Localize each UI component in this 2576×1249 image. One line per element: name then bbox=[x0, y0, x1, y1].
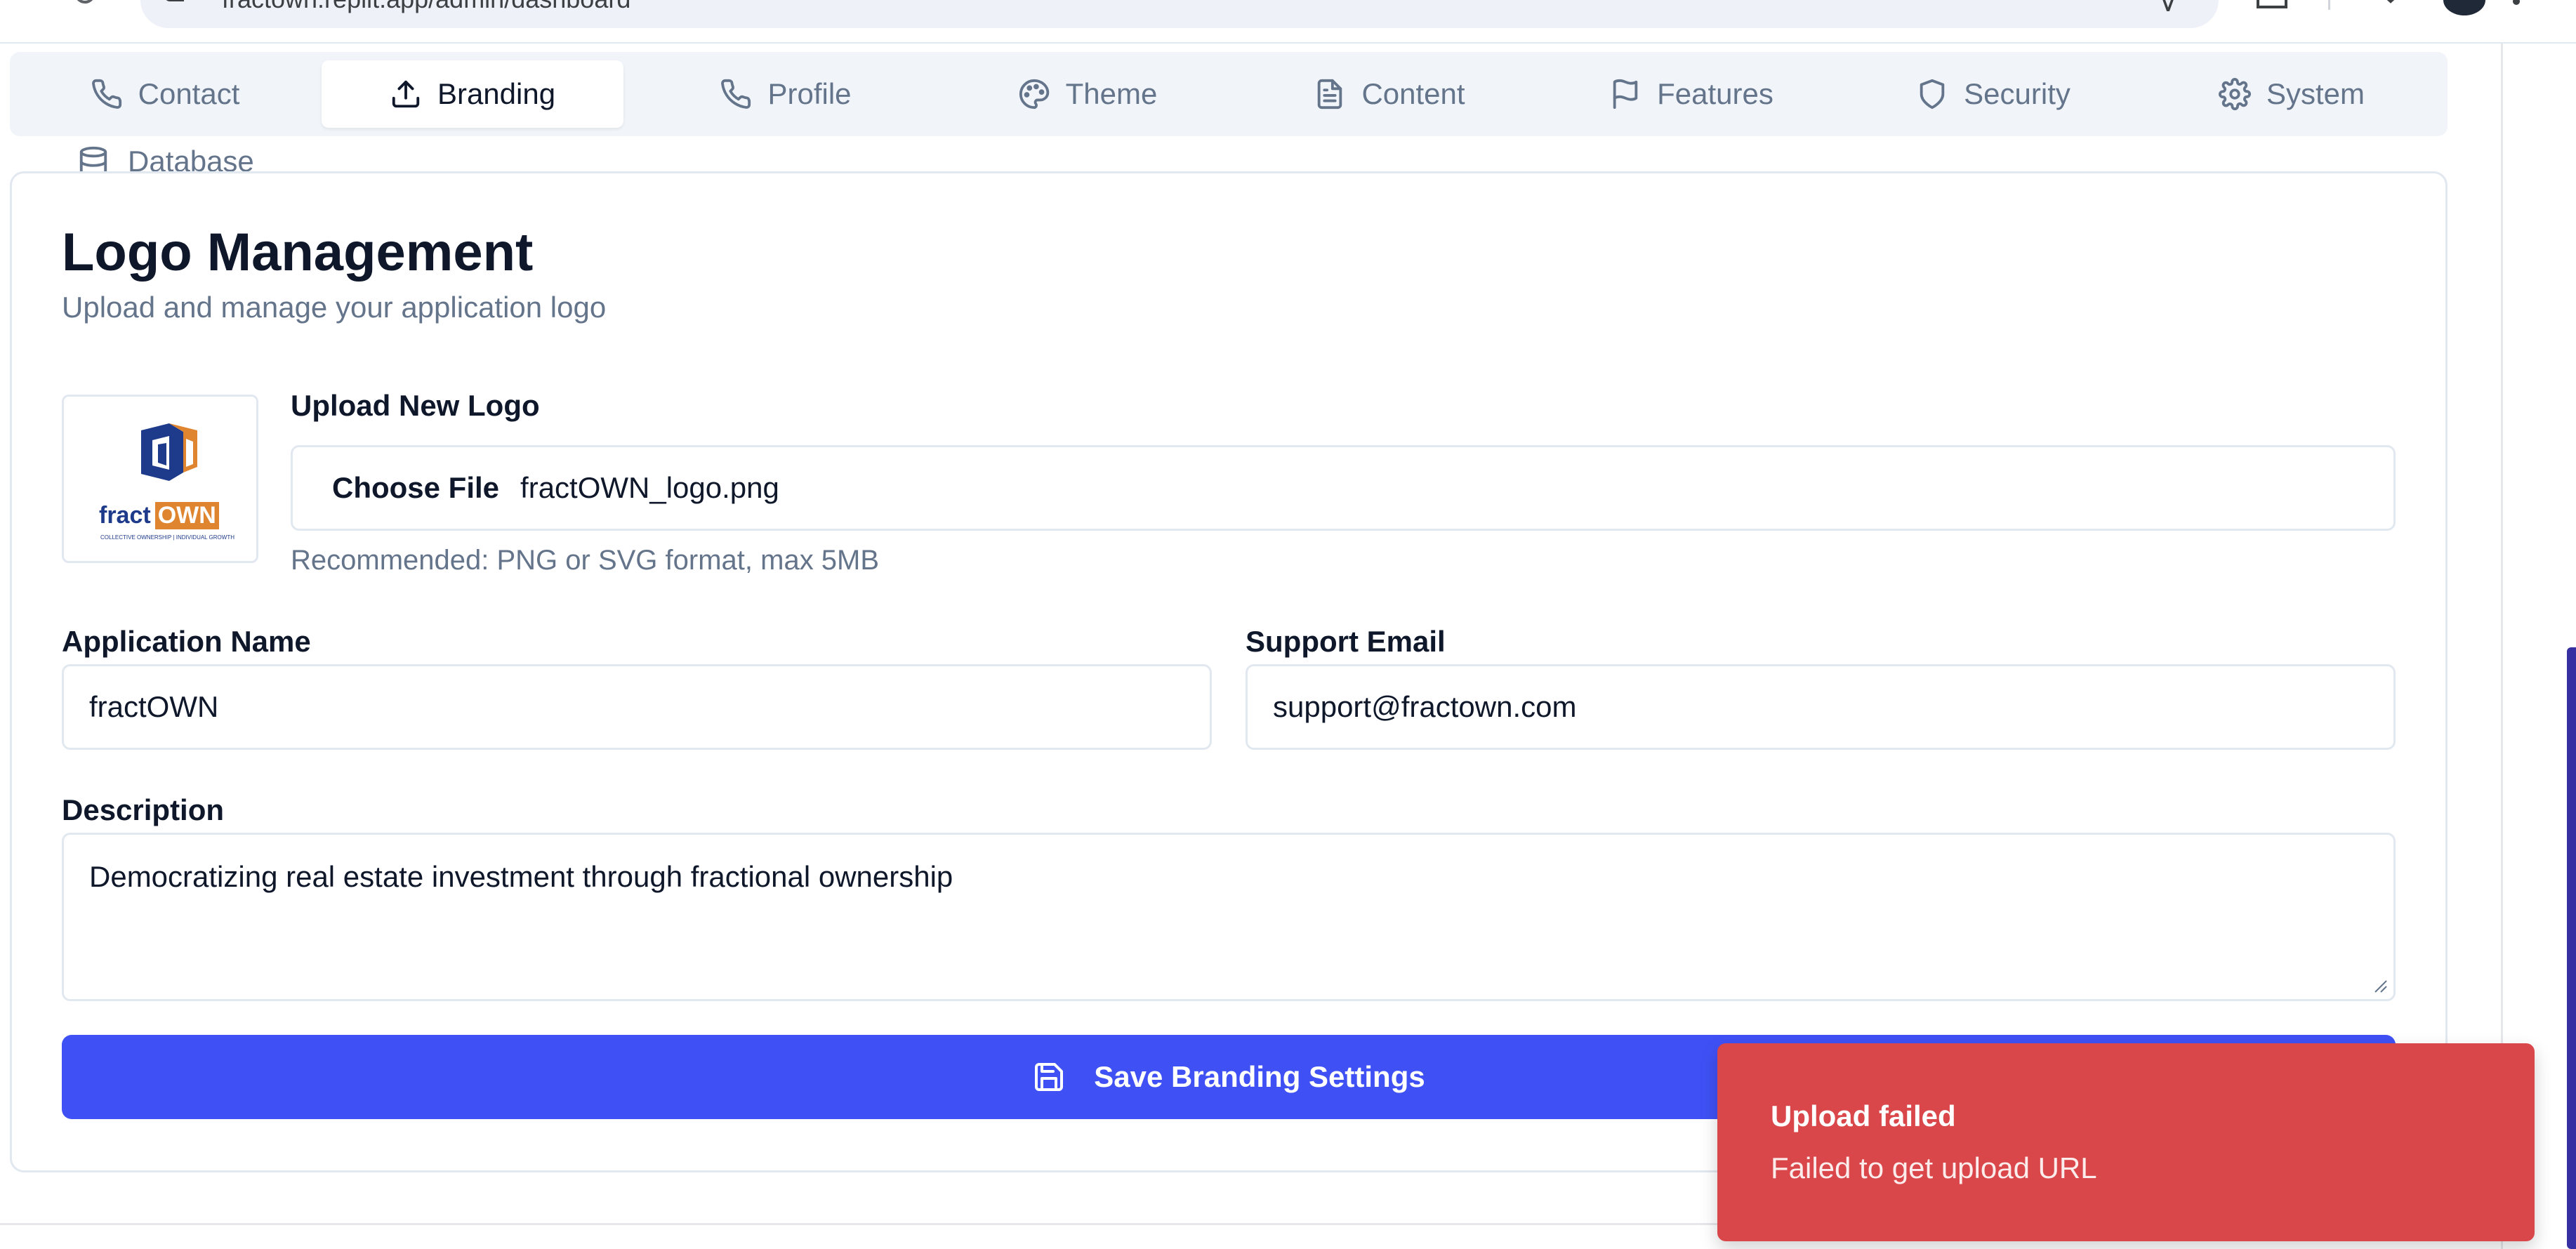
selected-file-name: fractOWN_logo.png bbox=[520, 471, 779, 504]
tab-label: Branding bbox=[437, 77, 556, 110]
page-title: Logo Management bbox=[62, 223, 534, 282]
tab-label: Contact bbox=[138, 77, 240, 110]
choose-file-button[interactable]: Choose File bbox=[332, 471, 499, 505]
description-label: Description bbox=[62, 793, 225, 826]
download-icon[interactable] bbox=[2380, 0, 2401, 8]
profile-avatar[interactable] bbox=[2443, 0, 2485, 15]
tab-content[interactable]: Content bbox=[1239, 60, 1540, 128]
toast-title: Upload failed bbox=[1771, 1099, 1956, 1132]
tab-branding[interactable]: Branding bbox=[322, 60, 623, 128]
extensions-icon[interactable] bbox=[2257, 0, 2287, 8]
resize-handle-icon[interactable] bbox=[2372, 978, 2388, 993]
tab-theme[interactable]: Theme bbox=[937, 60, 1239, 128]
description-text: Democratizing real estate investment thr… bbox=[89, 860, 953, 893]
palette-icon bbox=[1019, 79, 1049, 110]
logo-tagline: COLLECTIVE OWNERSHIP | INDIVIDUAL GROWTH bbox=[100, 534, 235, 541]
tab-system[interactable]: System bbox=[2144, 60, 2439, 128]
browser-menu-icon[interactable] bbox=[2512, 0, 2521, 10]
toast-message: Failed to get upload URL bbox=[1771, 1151, 2097, 1184]
app-name-label: Application Name bbox=[62, 625, 311, 658]
logo-wordmark-left: fract bbox=[99, 502, 151, 529]
logo-wordmark-right: OWN bbox=[154, 502, 219, 529]
phone-icon bbox=[721, 79, 751, 109]
tab-profile[interactable]: Profile bbox=[635, 60, 937, 128]
save-icon bbox=[1035, 1063, 1064, 1091]
upload-logo-label: Upload New Logo bbox=[291, 389, 540, 422]
error-toast[interactable]: Upload failed Failed to get upload URL bbox=[1717, 1043, 2535, 1241]
site-info-icon[interactable] bbox=[163, 0, 191, 10]
browser-toolbar: fractown.replit.app/admin/dashboard bbox=[0, 0, 2576, 44]
logo-file-input[interactable]: Choose File fractOWN_logo.png bbox=[291, 445, 2396, 531]
app-name-input[interactable]: fractOWN bbox=[62, 664, 1212, 750]
address-bar-url: fractown.replit.app/admin/dashboard bbox=[222, 0, 630, 14]
upload-icon bbox=[392, 80, 420, 108]
tab-label: Profile bbox=[767, 77, 852, 110]
settings-tabs: Contact Branding Profile Theme Content F… bbox=[10, 52, 2448, 136]
tab-label: Theme bbox=[1065, 77, 1158, 110]
page-subtitle: Upload and manage your application logo bbox=[62, 291, 607, 324]
phone-icon bbox=[91, 79, 121, 109]
tab-label: Content bbox=[1361, 77, 1465, 110]
support-email-input[interactable]: support@fractown.com bbox=[1246, 664, 2396, 750]
scrollbar-thumb[interactable] bbox=[2567, 647, 2576, 1249]
support-email-label: Support Email bbox=[1246, 625, 1446, 658]
toolbar-divider bbox=[2328, 0, 2330, 10]
flag-icon bbox=[1613, 79, 1638, 110]
save-button-label: Save Branding Settings bbox=[1094, 1060, 1425, 1093]
tab-label: System bbox=[2266, 77, 2365, 110]
shield-icon bbox=[1920, 79, 1945, 110]
bookmark-star-icon[interactable] bbox=[2153, 0, 2184, 11]
upload-hint: Recommended: PNG or SVG format, max 5MB bbox=[291, 545, 880, 576]
file-text-icon bbox=[1318, 79, 1342, 110]
tab-security[interactable]: Security bbox=[1842, 60, 2144, 128]
gear-icon bbox=[2219, 78, 2251, 110]
tab-label: Features bbox=[1657, 77, 1774, 110]
tab-features[interactable]: Features bbox=[1540, 60, 1842, 128]
logo-preview: fract OWN COLLECTIVE OWNERSHIP | INDIVID… bbox=[62, 395, 258, 563]
logo-wordmark: fract OWN bbox=[99, 502, 219, 529]
tab-label: Security bbox=[1964, 77, 2070, 110]
description-textarea[interactable]: Democratizing real estate investment thr… bbox=[62, 833, 2396, 1001]
tab-contact[interactable]: Contact bbox=[20, 60, 310, 128]
reload-icon[interactable] bbox=[72, 0, 98, 11]
